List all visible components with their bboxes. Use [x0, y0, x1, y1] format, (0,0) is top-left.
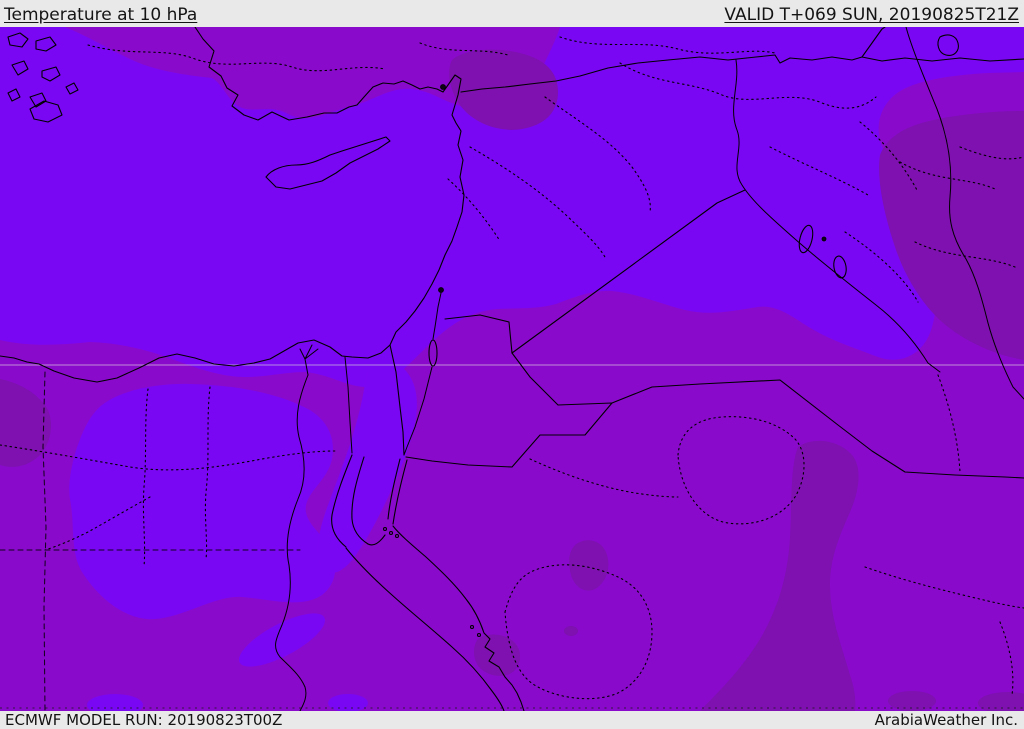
- temperature-shading: [0, 27, 1024, 711]
- map-area: [0, 27, 1024, 711]
- region-dark-dot: [564, 626, 578, 636]
- map-title: Temperature at 10 hPa: [4, 5, 198, 25]
- credit-label: ArabiaWeather Inc.: [874, 710, 1018, 729]
- model-run-label: ECMWF MODEL RUN: 20190823T00Z: [5, 710, 283, 729]
- lake-habbaniyah: [821, 236, 827, 242]
- header-bar: Temperature at 10 hPa VALID T+069 SUN, 2…: [0, 0, 1024, 27]
- lake-galilee: [438, 287, 444, 293]
- valid-time-label: VALID T+069 SUN, 20190825T21Z: [724, 5, 1019, 25]
- footer-bar: ECMWF MODEL RUN: 20190823T00Z ArabiaWeat…: [0, 711, 1024, 729]
- lake-amik: [440, 84, 446, 90]
- weather-chart-window: Temperature at 10 hPa VALID T+069 SUN, 2…: [0, 0, 1024, 729]
- region-violet-west-egypt: [69, 383, 336, 620]
- weather-map: [0, 27, 1024, 711]
